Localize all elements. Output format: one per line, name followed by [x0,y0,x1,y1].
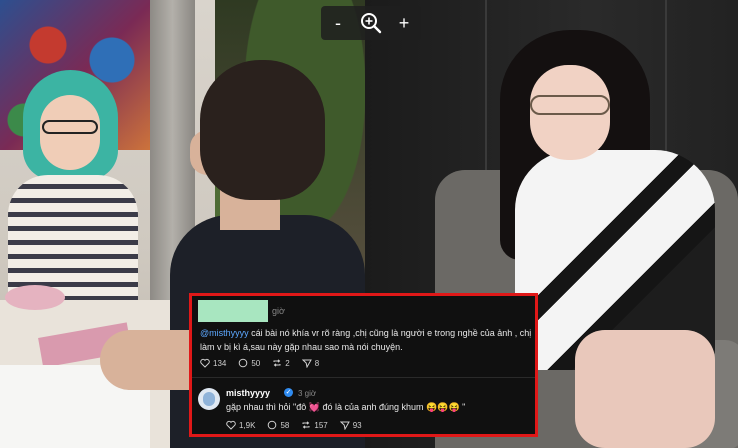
share-button[interactable]: 8 [301,358,320,368]
divider [192,377,535,378]
plate [5,285,65,310]
like-count: 134 [213,358,227,368]
screenshot-frame: - + giờ @misthyyyy cái bài nó khía vr rõ… [0,0,738,448]
like-button[interactable]: 1,9K [226,420,255,430]
repost-icon [273,359,281,367]
repost-count: 2 [285,358,290,368]
reply-button[interactable]: 58 [267,420,289,430]
zoom-toolbar: - + [321,6,421,40]
zoom-in-magnifier-icon[interactable] [360,12,382,34]
like-button[interactable]: 134 [200,358,226,368]
blurred-username [198,300,268,322]
like-count: 1,9K [239,420,256,430]
send-icon [339,421,350,430]
comment-body: cái bài nó khía vr rõ ràng ,chị cũng là … [200,328,532,352]
comment-icon [268,420,277,430]
reply-text: gặp nhau thì hỏi "đô 💓 đó là của anh đún… [226,402,466,412]
comment-actions: 134 50 2 8 [200,358,331,368]
reply-count: 58 [280,420,290,430]
woman-figure [8,70,138,300]
share-count: 8 [314,358,320,368]
reply-button[interactable]: 50 [238,358,260,368]
comment-text: @misthyyyy cái bài nó khía vr rõ ràng ,c… [200,326,535,354]
share-count: 93 [352,420,362,430]
zoom-in-button[interactable]: + [392,13,416,34]
repost-icon [302,421,310,429]
reply-count: 50 [251,358,261,368]
reply-time: 3 giờ [298,389,317,398]
repost-button[interactable]: 157 [301,420,328,430]
avatar[interactable] [198,388,220,410]
send-icon [301,359,312,368]
reply-actions: 1,9K 58 157 93 [226,420,374,430]
verified-badge-icon: ✓ [284,388,293,397]
comment-thread-card: giờ @misthyyyy cái bài nó khía vr rõ ràn… [189,293,538,437]
mention-link[interactable]: @misthyyyy [200,328,249,338]
heart-icon [226,420,236,430]
repost-count: 157 [314,420,328,430]
repost-button[interactable]: 2 [272,358,290,368]
reply-username[interactable]: misthyyyy [226,388,270,398]
heart-icon [200,358,210,368]
zoom-out-button[interactable]: - [326,13,350,34]
comment-time: giờ [272,306,285,316]
comment-icon [239,358,248,368]
share-button[interactable]: 93 [339,420,362,430]
